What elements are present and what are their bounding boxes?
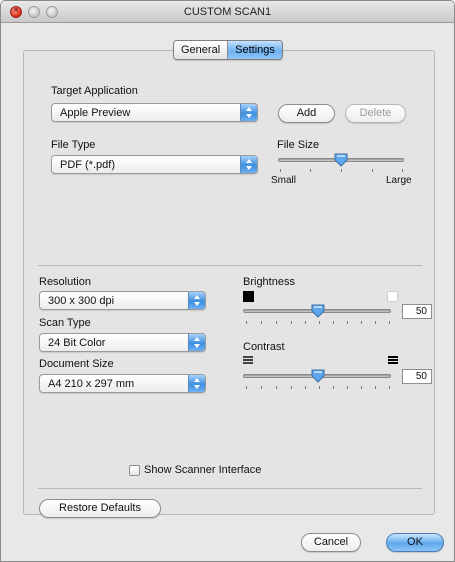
tab-settings[interactable]: Settings: [228, 41, 282, 59]
contrast-ticks: [243, 386, 391, 390]
document-size-popup[interactable]: A4 210 x 297 mm: [39, 374, 206, 393]
file-size-slider-thumb[interactable]: [334, 153, 348, 167]
file-type-popup[interactable]: PDF (*.pdf): [51, 155, 258, 174]
file-size-label: File Size: [277, 139, 320, 151]
popup-arrows-icon: [188, 292, 205, 309]
footer-divider: [38, 488, 422, 489]
tab-bar: General Settings: [173, 40, 283, 60]
scan-type-value: 24 Bit Color: [48, 337, 106, 349]
target-application-label: Target Application: [51, 85, 138, 97]
scan-type-label: Scan Type: [39, 317, 91, 329]
settings-panel: Target Application Apple Preview Add Del…: [23, 50, 435, 518]
title-bar[interactable]: × CUSTOM SCAN1: [1, 1, 454, 23]
add-button[interactable]: Add: [278, 104, 335, 123]
scan-type-popup[interactable]: 24 Bit Color: [39, 333, 206, 352]
ok-button[interactable]: OK: [386, 533, 444, 552]
file-type-value: PDF (*.pdf): [60, 159, 116, 171]
contrast-value-field[interactable]: 50: [402, 369, 432, 384]
resolution-value: 300 x 300 dpi: [48, 295, 115, 307]
brightness-slider-thumb[interactable]: [311, 304, 325, 318]
delete-button[interactable]: Delete: [345, 104, 406, 123]
document-size-label: Document Size: [39, 358, 114, 370]
brightness-label: Brightness: [243, 276, 295, 288]
target-application-popup[interactable]: Apple Preview: [51, 103, 258, 122]
popup-arrows-icon: [240, 104, 257, 121]
file-size-max-label: Large: [386, 175, 412, 186]
target-application-value: Apple Preview: [60, 107, 131, 119]
dialog-window: × CUSTOM SCAN1 General Settings Target A…: [0, 0, 455, 562]
popup-arrows-icon: [188, 375, 205, 392]
tab-general[interactable]: General: [174, 41, 229, 59]
brightness-value-field[interactable]: 50: [402, 304, 432, 319]
show-scanner-interface-checkbox[interactable]: [129, 465, 140, 476]
high-contrast-icon: [388, 356, 398, 366]
resolution-popup[interactable]: 300 x 300 dpi: [39, 291, 206, 310]
restore-defaults-button[interactable]: Restore Defaults: [39, 499, 161, 518]
file-size-min-label: Small: [271, 175, 297, 186]
show-scanner-interface-label[interactable]: Show Scanner Interface: [144, 464, 261, 476]
section-divider: [38, 265, 422, 266]
cancel-button[interactable]: Cancel: [301, 533, 361, 552]
popup-arrows-icon: [188, 334, 205, 351]
window-title: CUSTOM SCAN1: [183, 6, 272, 18]
contrast-label: Contrast: [243, 341, 285, 353]
resolution-label: Resolution: [39, 276, 91, 288]
low-contrast-icon: [243, 356, 253, 366]
document-size-value: A4 210 x 297 mm: [48, 378, 135, 390]
dark-swatch-icon: [243, 291, 254, 302]
light-swatch-icon: [387, 291, 398, 302]
popup-arrows-icon: [240, 156, 257, 173]
brightness-ticks: [243, 321, 391, 325]
file-type-label: File Type: [51, 139, 96, 151]
file-size-ticks: [278, 169, 404, 173]
contrast-slider-thumb[interactable]: [311, 369, 325, 383]
